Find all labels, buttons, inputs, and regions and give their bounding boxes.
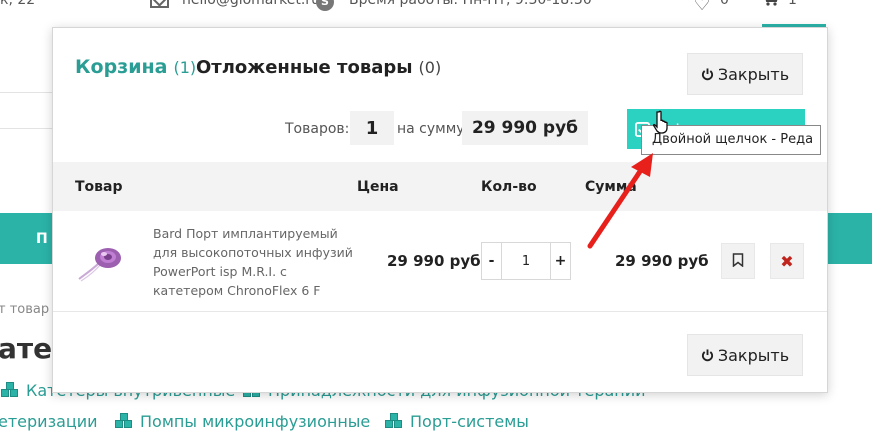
cart-popup: Корзина (1) Отложенные товары (0) Закрыть … <box>52 27 828 393</box>
column-header-sum: Сумма <box>585 179 637 195</box>
bookmark-icon <box>732 252 744 271</box>
row-sum: 29 990 руб <box>615 252 709 270</box>
email-link[interactable]: hello@glomarket.ru <box>182 0 320 8</box>
close-button-bottom[interactable]: Закрыть <box>687 334 803 376</box>
close-label: Закрыть <box>717 64 790 84</box>
nav-item[interactable]: П <box>36 231 48 247</box>
category-label: Порт-системы <box>410 412 529 431</box>
tab-deferred-label: Отложенные товары <box>196 57 413 78</box>
items-count-value: 1 <box>350 111 394 145</box>
sum-label: на сумму <box>397 121 465 137</box>
category-label: Помпы микроинфузионные <box>140 412 371 431</box>
address-text: к, 22 <box>0 0 36 8</box>
items-count-label: Товаров: <box>285 121 350 137</box>
category-link[interactable]: Помпы микроинфузионные <box>114 412 370 431</box>
wishlist-count[interactable]: 0 <box>720 0 729 8</box>
remove-button[interactable]: ✖ <box>770 243 804 279</box>
power-icon <box>701 67 714 81</box>
cubes-icon <box>384 413 404 429</box>
power-icon <box>701 348 714 362</box>
working-hours: Время работы: Пн-Пт, 9:30-18:30 <box>349 0 592 8</box>
category-link[interactable]: етеризации <box>0 412 98 431</box>
cubes-icon <box>0 382 20 398</box>
table-row: Bard Порт имплантируемый для высокопоточ… <box>53 211 827 312</box>
cubes-icon <box>114 413 134 429</box>
close-icon: ✖ <box>780 251 794 271</box>
divider <box>53 311 827 312</box>
defer-button[interactable] <box>721 243 755 279</box>
tab-deferred-count: (0) <box>418 58 442 77</box>
sum-value: 29 990 руб <box>462 111 588 145</box>
skype-icon[interactable]: S <box>316 0 334 11</box>
column-header-price: Цена <box>357 179 399 195</box>
top-bar: к, 22 hello@glomarket.ru S Время работы:… <box>0 0 872 22</box>
column-header-product: Товар <box>75 179 123 195</box>
envelope-icon <box>150 0 169 8</box>
hand-cursor-icon <box>652 110 673 138</box>
increase-qty-button[interactable]: + <box>550 243 570 279</box>
product-image[interactable] <box>75 233 133 291</box>
product-name-link[interactable]: Bard Порт имплантируемый для высокопоточ… <box>153 224 353 300</box>
decrease-qty-button[interactable]: - <box>482 243 502 279</box>
page: к, 22 hello@glomarket.ru S Время работы:… <box>0 0 872 434</box>
category-link[interactable]: Порт-системы <box>384 412 529 431</box>
tab-cart-count: (1) <box>173 58 197 77</box>
category-links-row: етеризации Помпы микроинфузионные Порт-с… <box>0 412 872 434</box>
product-price: 29 990 руб <box>387 252 481 270</box>
tab-deferred[interactable]: Отложенные товары (0) <box>196 57 441 78</box>
divider <box>0 92 52 93</box>
table-header: Товар Цена Кол-во Сумма <box>53 162 827 211</box>
column-header-qty: Кол-во <box>481 179 537 195</box>
tab-cart-label: Корзина <box>75 56 168 78</box>
category-label: етеризации <box>0 412 98 431</box>
cart-count[interactable]: 1 <box>788 0 797 8</box>
cart-icon[interactable] <box>762 0 778 6</box>
tab-cart[interactable]: Корзина (1) <box>75 56 196 78</box>
quantity-input[interactable]: 1 <box>503 243 549 279</box>
divider <box>0 128 52 129</box>
quantity-stepper: - 1 + <box>481 242 571 280</box>
heart-icon[interactable]: ♡ <box>693 0 711 15</box>
close-button[interactable]: Закрыть <box>687 53 803 95</box>
close-label: Закрыть <box>717 345 790 365</box>
breadcrumb: т товар <box>0 302 50 317</box>
